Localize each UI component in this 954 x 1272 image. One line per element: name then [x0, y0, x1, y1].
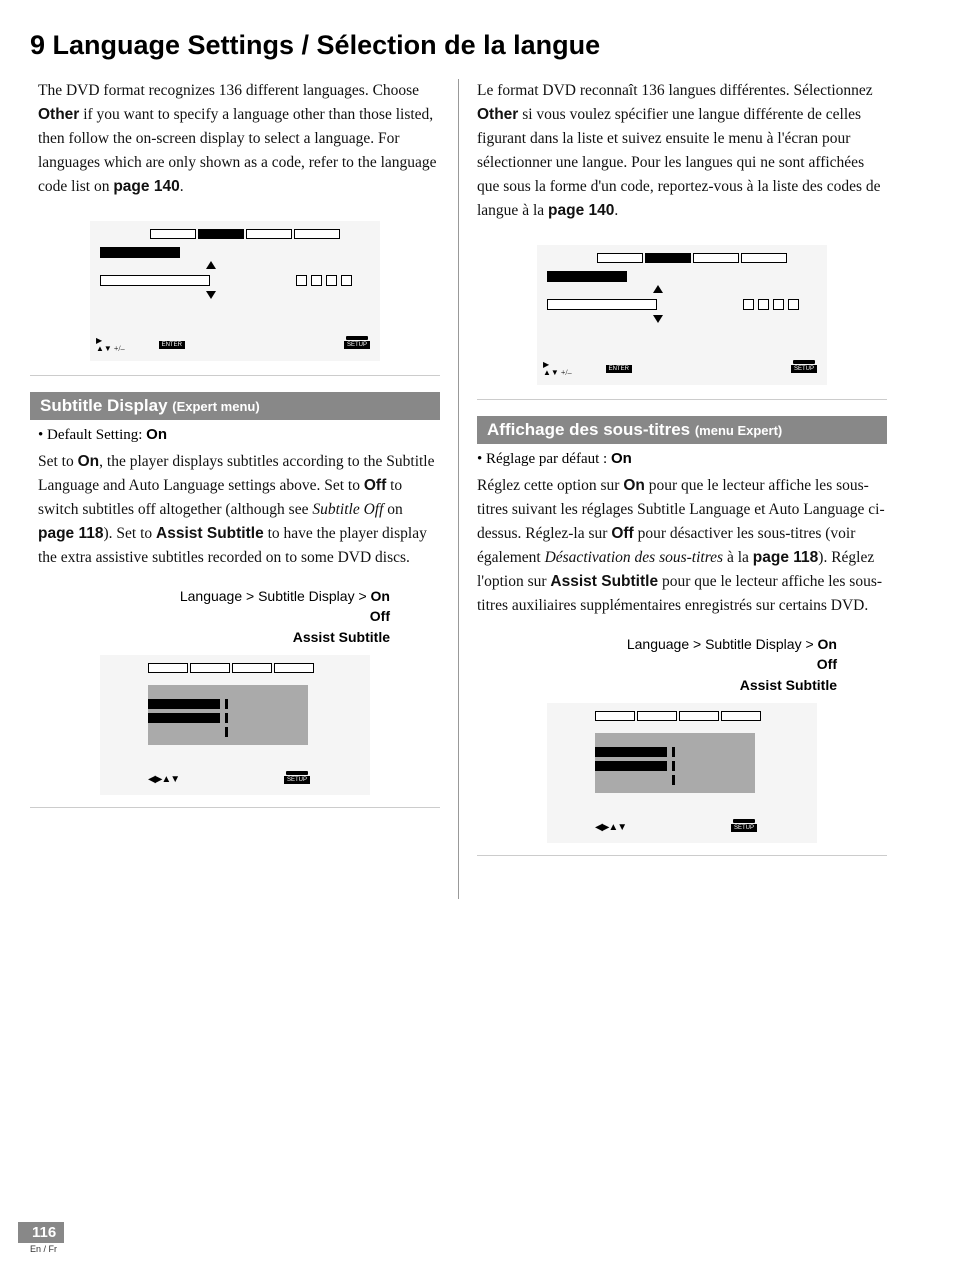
play-icon: ▶▲▼ +/–: [543, 361, 572, 377]
menu-assist: Assist Subtitle: [740, 677, 837, 693]
text: on: [383, 501, 402, 518]
section-divider: [477, 855, 887, 856]
enter-button-icon: ENTER: [606, 365, 632, 373]
on-label: On: [623, 477, 645, 494]
page-ref: page 118: [38, 525, 104, 542]
see-ref: Subtitle Off: [312, 501, 383, 518]
text: .: [180, 178, 184, 195]
text: ). Set to: [104, 525, 157, 542]
body-text-fr: Réglez cette option sur On pour que le l…: [477, 474, 887, 618]
column-english: The DVD format recognizes 136 different …: [30, 79, 440, 899]
diagram-remote-fr: ▶▲▼ +/– ENTER SETUP: [537, 245, 827, 385]
setup-button-icon: SETUP: [731, 824, 757, 832]
section-divider: [30, 807, 440, 808]
text: • Réglage par défaut :: [477, 451, 611, 467]
text: à la: [723, 549, 753, 566]
subhead-main: Subtitle Display: [40, 396, 172, 415]
play-icon: ▶▲▼ +/–: [96, 337, 125, 353]
default-value: On: [611, 450, 632, 467]
setup-button-icon: SETUP: [284, 776, 310, 784]
section-divider: [477, 399, 887, 400]
text: The DVD format recognizes 136 different …: [38, 82, 419, 99]
off-label: Off: [611, 525, 633, 542]
default-setting-en: • Default Setting: On: [38, 426, 440, 444]
text: Set to: [38, 453, 78, 470]
subhead-main: Affichage des sous-titres: [487, 420, 695, 439]
other-label: Other: [477, 106, 518, 123]
page-ref: page 118: [753, 549, 819, 566]
diagram-menu-fr: ◀▶▲▼ SETUP: [547, 703, 817, 843]
menu-path-fr: Language > Subtitle Display > On Off Ass…: [477, 634, 837, 695]
subhead-sub: (Expert menu): [172, 399, 259, 414]
menu-off: Off: [817, 656, 837, 672]
enter-button-icon: ENTER: [159, 341, 185, 349]
subhead-sub: (menu Expert): [695, 423, 782, 438]
page-ref: page 140: [548, 202, 614, 219]
assist-label: Assist Subtitle: [550, 573, 658, 590]
page-number: 116: [18, 1222, 64, 1243]
default-setting-fr: • Réglage par défaut : On: [477, 450, 887, 468]
setup-button-icon: SETUP: [791, 365, 817, 373]
menu-off: Off: [370, 608, 390, 624]
setup-button-icon: SETUP: [344, 341, 370, 349]
subheading-en: Subtitle Display (Expert menu): [30, 392, 440, 420]
text: • Default Setting:: [38, 427, 146, 443]
path: Language > Subtitle Display >: [180, 588, 371, 604]
path: Language > Subtitle Display >: [627, 636, 818, 652]
intro-text-fr: Le format DVD reconnaît 136 langues diff…: [477, 79, 887, 223]
see-ref: Désactivation des sous-titres: [545, 549, 724, 566]
text: Réglez cette option sur: [477, 477, 623, 494]
text: si vous voulez spécifier une langue diff…: [477, 106, 881, 219]
diagram-remote-en: ▶▲▼ +/– ENTER SETUP: [90, 221, 380, 361]
column-french: Le format DVD reconnaît 136 langues diff…: [477, 79, 887, 899]
on-label: On: [78, 453, 100, 470]
menu-on: On: [371, 588, 390, 604]
nav-arrows-icon: ◀▶▲▼: [595, 822, 626, 833]
text: Le format DVD reconnaît 136 langues diff…: [477, 82, 873, 99]
default-value: On: [146, 426, 167, 443]
intro-text-en: The DVD format recognizes 136 different …: [38, 79, 440, 199]
nav-arrows-icon: ◀▶▲▼: [148, 774, 179, 785]
page-lang-indicator: En / Fr: [30, 1244, 64, 1254]
page-title: 9 Language Settings / Sélection de la la…: [30, 30, 914, 61]
diagram-menu-en: ◀▶▲▼ SETUP: [100, 655, 370, 795]
menu-assist: Assist Subtitle: [293, 629, 390, 645]
body-text-en: Set to On, the player displays subtitles…: [38, 450, 440, 570]
text: if you want to specify a language other …: [38, 106, 437, 195]
page-footer: 116 En / Fr: [18, 1222, 64, 1254]
column-divider: [458, 79, 459, 899]
section-divider: [30, 375, 440, 376]
off-label: Off: [364, 477, 386, 494]
page-ref: page 140: [113, 178, 179, 195]
menu-path-en: Language > Subtitle Display > On Off Ass…: [30, 586, 390, 647]
assist-label: Assist Subtitle: [156, 525, 264, 542]
subheading-fr: Affichage des sous-titres (menu Expert): [477, 416, 887, 444]
other-label: Other: [38, 106, 79, 123]
text: .: [614, 202, 618, 219]
menu-on: On: [818, 636, 837, 652]
